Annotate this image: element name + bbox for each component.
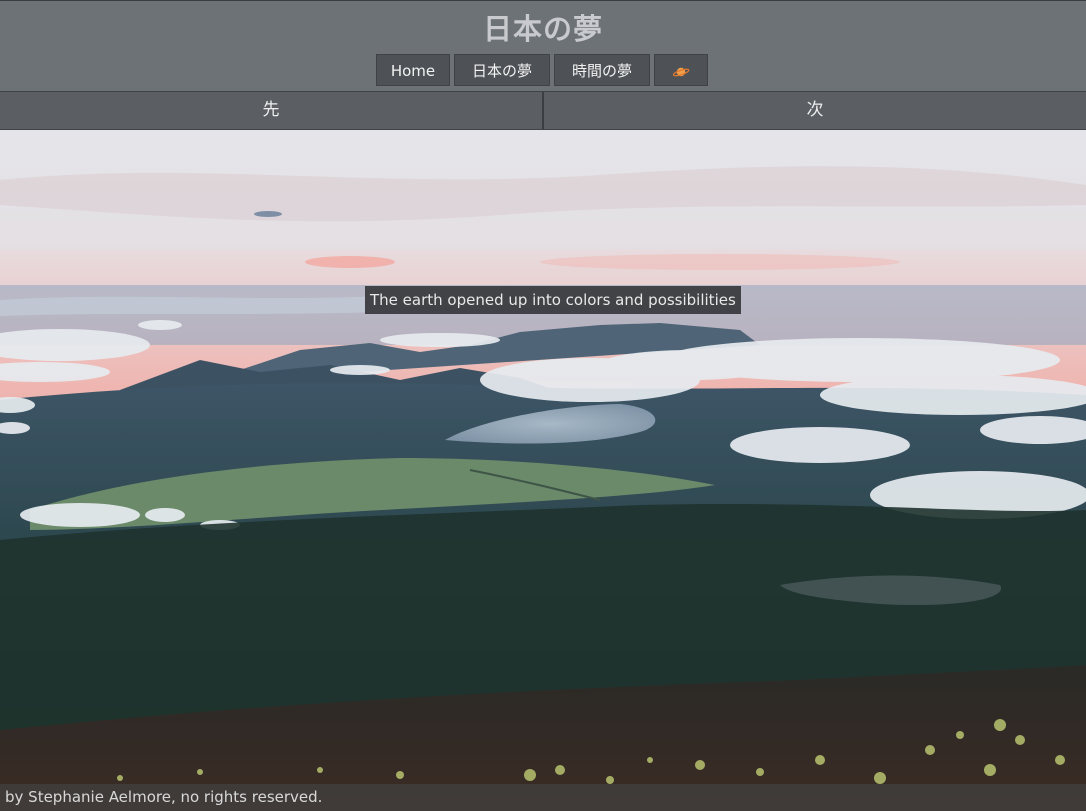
footer: by Stephanie Aelmore, no rights reserved… <box>0 784 1086 811</box>
planet-icon <box>672 67 690 76</box>
prev-button[interactable]: 先 <box>0 92 544 129</box>
photo-caption: The earth opened up into colors and poss… <box>365 286 741 314</box>
main-nav: Home 日本の夢 時間の夢 <box>376 54 708 86</box>
nav-japan-dream-button[interactable]: 日本の夢 <box>454 54 550 86</box>
nav-time-dream-button[interactable]: 時間の夢 <box>554 54 650 86</box>
pager: 先 次 <box>0 91 1086 130</box>
nav-planet-button[interactable] <box>654 54 708 86</box>
site-title: 日本の夢 <box>482 12 603 46</box>
site-header: 日本の夢 Home 日本の夢 時間の夢 <box>0 0 1086 91</box>
next-button[interactable]: 次 <box>544 92 1086 129</box>
nav-home-button[interactable]: Home <box>376 54 450 86</box>
footer-credit: by Stephanie Aelmore, no rights reserved… <box>5 788 323 806</box>
